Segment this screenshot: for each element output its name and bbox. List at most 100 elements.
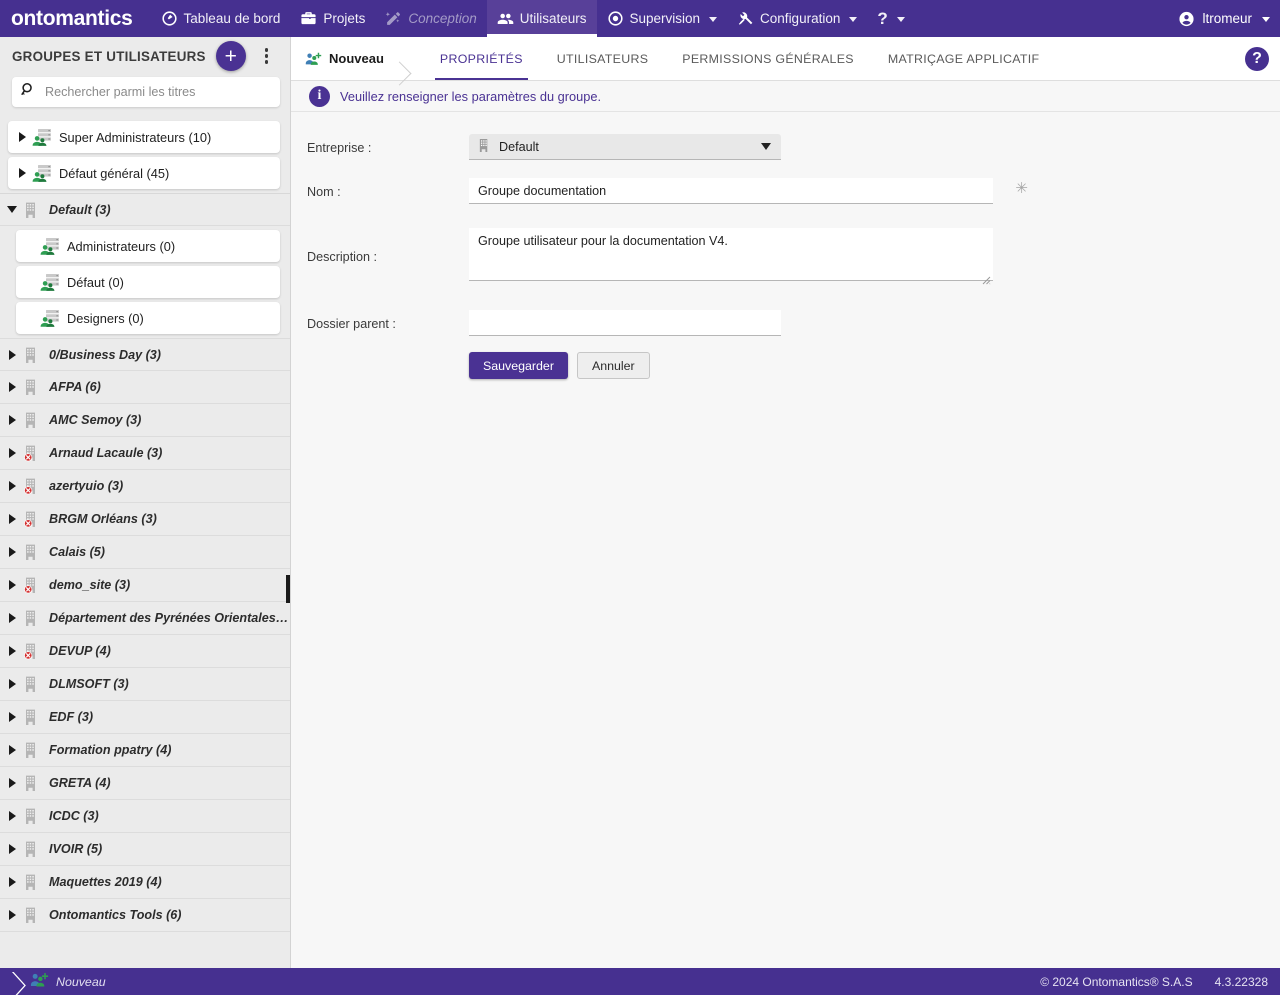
dossier-parent-input[interactable] xyxy=(469,310,781,336)
tree-item-group[interactable]: Administrateurs (0) xyxy=(16,230,280,262)
expand-arrow-icon[interactable] xyxy=(4,874,20,890)
chevron-down-icon xyxy=(1262,17,1270,22)
nav-item-configuration[interactable]: Configuration xyxy=(727,0,867,37)
breadcrumb[interactable]: Nouveau xyxy=(291,37,423,80)
eye-icon xyxy=(607,10,624,27)
nav-item-supervision[interactable]: Supervision xyxy=(597,0,728,37)
tree-item-company[interactable]: BRGM Orléans (3) xyxy=(0,503,290,536)
expand-arrow-icon[interactable] xyxy=(4,379,20,395)
nav-item-help[interactable]: ? xyxy=(867,0,914,37)
expand-arrow-icon[interactable] xyxy=(4,544,20,560)
tree-item-company[interactable]: IVOIR (5) xyxy=(0,833,290,866)
company-disabled-icon xyxy=(22,444,44,462)
tree-item-company[interactable]: Default (3) xyxy=(0,193,290,226)
search-input[interactable] xyxy=(45,85,272,99)
nav-item-projets[interactable]: Projets xyxy=(290,0,375,37)
breadcrumb-label: Nouveau xyxy=(329,51,384,66)
tree-item-label: Super Administrateurs (10) xyxy=(59,130,211,145)
expand-arrow-icon[interactable] xyxy=(4,347,20,363)
tree-item-company[interactable]: azertyuio (3) xyxy=(0,470,290,503)
description-textarea[interactable] xyxy=(469,228,993,281)
expand-arrow-icon[interactable] xyxy=(4,841,20,857)
tree-item-label: Default (3) xyxy=(49,203,111,217)
wrench-icon xyxy=(737,10,754,27)
dashboard-icon xyxy=(161,10,178,27)
tree-item-company[interactable]: EDF (3) xyxy=(0,701,290,734)
user-menu[interactable]: ltromeur xyxy=(1178,0,1270,37)
tree-item-label: Défaut (0) xyxy=(67,275,124,290)
tree-item-label: Maquettes 2019 (4) xyxy=(49,875,162,889)
tree-item-group[interactable]: Défaut (0) xyxy=(16,266,280,298)
tab-permissions-generales[interactable]: PERMISSIONS GÉNÉRALES xyxy=(665,37,871,80)
tree-item-group[interactable]: Super Administrateurs (10) xyxy=(8,121,280,153)
tree-item-label: BRGM Orléans (3) xyxy=(49,512,157,526)
tree-item-label: azertyuio (3) xyxy=(49,479,123,493)
chevron-down-icon xyxy=(709,17,717,22)
group-users-icon xyxy=(40,309,62,327)
expand-arrow-icon[interactable] xyxy=(4,610,20,626)
footer-breadcrumb[interactable]: Nouveau xyxy=(0,972,106,991)
tree-item-group[interactable]: Designers (0) xyxy=(16,302,280,334)
tab-matricage-applicatif[interactable]: MATRIÇAGE APPLICATIF xyxy=(871,37,1057,80)
expand-arrow-icon[interactable] xyxy=(14,129,30,145)
company-icon xyxy=(22,708,44,726)
tree-item-company[interactable]: Département des Pyrénées Orientales (3) xyxy=(0,602,290,635)
cancel-button[interactable]: Annuler xyxy=(577,352,650,379)
nav-item-conception[interactable]: Conception xyxy=(375,0,486,37)
expand-arrow-icon[interactable] xyxy=(4,643,20,659)
tree-item-company[interactable]: demo_site (3) xyxy=(0,569,290,602)
building-icon xyxy=(478,138,491,156)
expand-arrow-icon[interactable] xyxy=(4,907,20,923)
expand-arrow-icon[interactable] xyxy=(4,511,20,527)
expand-arrow-icon[interactable] xyxy=(4,445,20,461)
entreprise-select[interactable]: Default xyxy=(469,134,781,160)
expand-arrow-icon[interactable] xyxy=(4,478,20,494)
tree-item-company[interactable]: AMC Semoy (3) xyxy=(0,404,290,437)
search-box[interactable] xyxy=(12,77,280,107)
company-icon xyxy=(22,378,44,396)
tree-item-label: AMC Semoy (3) xyxy=(49,413,141,427)
tree-item-company[interactable]: DLMSOFT (3) xyxy=(0,668,290,701)
user-name-label: ltromeur xyxy=(1202,11,1252,26)
chevron-down-icon xyxy=(849,17,857,22)
nav-item-utilisateurs[interactable]: Utilisateurs xyxy=(487,0,597,37)
tree-item-company[interactable]: AFPA (6) xyxy=(0,371,290,404)
expand-arrow-icon[interactable] xyxy=(4,412,20,428)
info-banner: i Veuillez renseigner les paramètres du … xyxy=(291,81,1280,112)
tree-item-company[interactable]: DEVUP (4) xyxy=(0,635,290,668)
expand-arrow-icon[interactable] xyxy=(4,775,20,791)
tree-item-company[interactable]: Maquettes 2019 (4) xyxy=(0,866,290,899)
sidebar-scrollbar-thumb[interactable] xyxy=(286,575,290,603)
tree-item-company[interactable]: GRETA (4) xyxy=(0,767,290,800)
tree-item-group[interactable]: Défaut général (45) xyxy=(8,157,280,189)
tree-item-company[interactable]: Ontomantics Tools (6) xyxy=(0,899,290,932)
nom-input[interactable] xyxy=(469,178,993,204)
tree-item-company[interactable]: Arnaud Lacaule (3) xyxy=(0,437,290,470)
expand-arrow-icon[interactable] xyxy=(4,742,20,758)
tab-utilisateurs[interactable]: UTILISATEURS xyxy=(540,37,666,80)
sidebar-more-menu-icon[interactable] xyxy=(259,48,275,63)
tab-label: UTILISATEURS xyxy=(557,52,649,66)
info-message: Veuillez renseigner les paramètres du gr… xyxy=(340,89,601,104)
expand-arrow-icon[interactable] xyxy=(14,165,30,181)
tab-proprietes[interactable]: PROPRIÉTÉS xyxy=(423,37,540,80)
tree-item-company[interactable]: ICDC (3) xyxy=(0,800,290,833)
tree-item-label: Administrateurs (0) xyxy=(67,239,175,254)
user-add-icon xyxy=(305,50,322,67)
group-users-icon xyxy=(32,164,54,182)
save-button[interactable]: Sauvegarder xyxy=(469,352,568,379)
collapse-arrow-icon[interactable] xyxy=(4,202,20,218)
tree-item-company[interactable]: Formation ppatry (4) xyxy=(0,734,290,767)
add-group-button[interactable]: + xyxy=(216,41,246,71)
expand-arrow-icon[interactable] xyxy=(4,577,20,593)
expand-arrow-icon[interactable] xyxy=(4,676,20,692)
design-icon xyxy=(385,10,402,27)
tree-item-company[interactable]: 0/Business Day (3) xyxy=(0,338,290,371)
tree-item-company[interactable]: Calais (5) xyxy=(0,536,290,569)
expand-arrow-icon[interactable] xyxy=(4,709,20,725)
app-logo[interactable]: ontomantics xyxy=(11,7,133,31)
nav-item-tableau-de-bord[interactable]: Tableau de bord xyxy=(151,0,291,37)
nav-label: Utilisateurs xyxy=(520,11,587,26)
help-icon[interactable]: ? xyxy=(1245,47,1269,71)
expand-arrow-icon[interactable] xyxy=(4,808,20,824)
